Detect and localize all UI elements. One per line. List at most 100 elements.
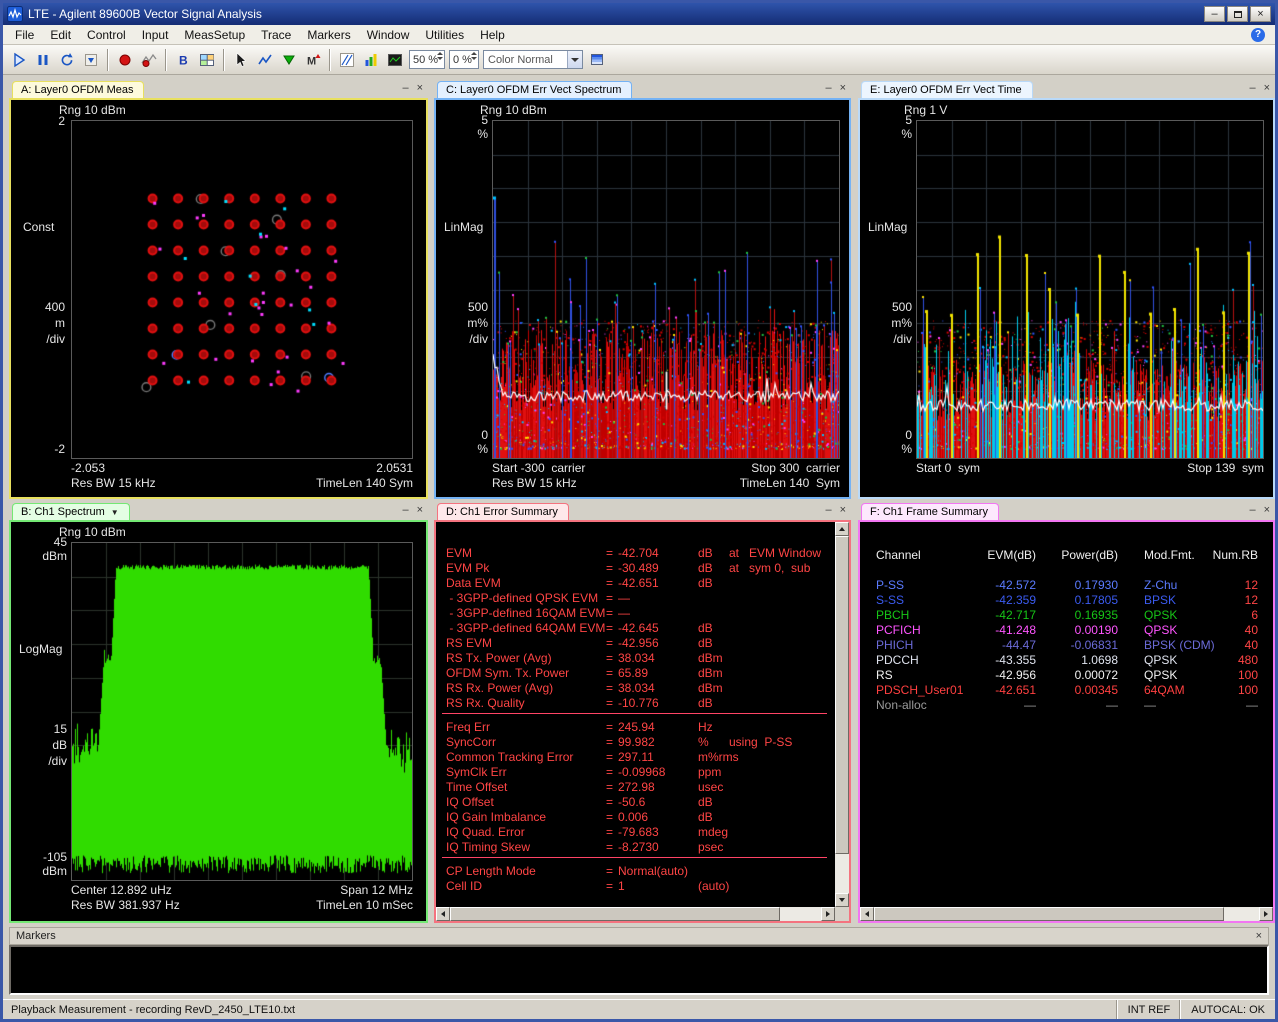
frame-summary-header: ChannelEVM(dB)Power(dB)Mod.Fmt.Num.RB <box>860 548 1273 563</box>
markers-close-icon[interactable]: × <box>1256 930 1262 942</box>
panel-tab-f[interactable]: F: Ch1 Frame Summary <box>861 503 999 520</box>
panel-close-icon[interactable]: × <box>1264 505 1270 516</box>
x-axis-row: Start -300 carrierStop 300 carrier <box>492 461 840 475</box>
panel-minimize-icon[interactable]: – <box>402 505 408 516</box>
range-label: Rng 10 dBm <box>59 525 126 539</box>
error-summary-row: RS Tx. Power (Avg)=38.034dBm <box>436 651 849 666</box>
zoom-percent-spinner[interactable]: 50 % <box>409 50 445 69</box>
panel-minimize-icon[interactable]: – <box>402 83 408 94</box>
panel-minimize-icon[interactable]: – <box>1249 83 1255 94</box>
panel-close-icon[interactable]: × <box>417 505 423 516</box>
scroll-up-icon[interactable] <box>835 522 849 536</box>
trace-pick-icon[interactable] <box>253 48 277 72</box>
trace-format-label: LogMag <box>19 642 62 656</box>
panel-minimize-icon[interactable]: – <box>825 83 831 94</box>
error-summary-row: IQ Offset=-50.6dB <box>436 795 849 810</box>
scroll-left-icon[interactable] <box>860 907 874 921</box>
gradient-icon[interactable] <box>585 48 609 72</box>
spectrum-plot[interactable] <box>71 542 413 881</box>
offset-percent-spinner[interactable]: 0 % <box>449 50 479 69</box>
panel-minimize-icon[interactable]: – <box>1249 505 1255 516</box>
error-summary-row: RS Rx. Quality=-10.776dB <box>436 696 849 711</box>
panel-tab-b[interactable]: B: Ch1 Spectrum▼ <box>12 503 130 520</box>
help-icon[interactable]: ? <box>1251 28 1265 42</box>
record-icon[interactable] <box>113 48 137 72</box>
range-label: Rng 10 dBm <box>480 103 547 117</box>
panel-close-icon[interactable]: × <box>1264 83 1270 94</box>
menu-input[interactable]: Input <box>134 26 177 44</box>
minimize-button[interactable]: – <box>1204 6 1225 22</box>
error-summary-row: - 3GPP-defined 64QAM EVM=-42.645dB <box>436 621 849 636</box>
scrollbar-thumb[interactable] <box>835 536 849 854</box>
display-dark-icon[interactable] <box>383 48 407 72</box>
maximize-button[interactable] <box>1227 6 1248 22</box>
combo-arrow-icon[interactable] <box>567 51 582 68</box>
reference-status: INT REF <box>1117 1000 1181 1019</box>
error-summary-row: Cell ID=1(auto) <box>436 879 849 894</box>
scrollbar-thumb[interactable] <box>874 907 1224 921</box>
panel-close-icon[interactable]: × <box>417 83 423 94</box>
pointer-icon[interactable] <box>229 48 253 72</box>
restart-icon[interactable] <box>55 48 79 72</box>
window-layout-icon[interactable] <box>195 48 219 72</box>
scroll-down-icon[interactable] <box>835 893 849 907</box>
constellation-plot[interactable] <box>71 120 413 459</box>
toolbar: B M 50 % 0 % Color Normal <box>3 45 1275 75</box>
menu-edit[interactable]: Edit <box>42 26 79 44</box>
section-divider <box>442 857 827 858</box>
scroll-right-icon[interactable] <box>1259 907 1273 921</box>
panel-close-icon[interactable]: × <box>840 505 846 516</box>
panel-tab-e[interactable]: E: Layer0 OFDM Err Vect Time <box>861 81 1033 98</box>
error-summary-row: CP Length Mode=Normal(auto) <box>436 864 849 879</box>
marker-down-icon[interactable] <box>277 48 301 72</box>
close-button[interactable]: × <box>1250 6 1271 22</box>
menu-meassetup[interactable]: MeasSetup <box>176 26 253 44</box>
title-bar: LTE - Agilent 89600B Vector Signal Analy… <box>3 3 1275 25</box>
scroll-left-icon[interactable] <box>436 907 450 921</box>
panel-tab-a[interactable]: A: Layer0 OFDM Meas <box>12 81 144 98</box>
frame-summary-table: ChannelEVM(dB)Power(dB)Mod.Fmt.Num.RB P-S… <box>860 522 1273 921</box>
peak-search-icon[interactable]: M <box>301 48 325 72</box>
menu-control[interactable]: Control <box>79 26 134 44</box>
app-icon <box>7 6 23 22</box>
workspace: A: Layer0 OFDM Meas – × Rng 10 dBm 2 Con… <box>3 75 1275 999</box>
menu-window[interactable]: Window <box>359 26 418 44</box>
error-summary-row: IQ Timing Skew=-8.2730psec <box>436 840 849 855</box>
play-icon[interactable] <box>7 48 31 72</box>
panel-tab-c[interactable]: C: Layer0 OFDM Err Vect Spectrum <box>437 81 632 98</box>
panel-tab-d[interactable]: D: Ch1 Error Summary <box>437 503 569 520</box>
trace-format-label: Const <box>23 220 54 234</box>
sweep-mode-icon[interactable] <box>79 48 103 72</box>
error-vector-spectrum-plot[interactable] <box>492 120 840 459</box>
frame-summary-row: P-SS-42.5720.17930Z-Chu12 <box>860 578 1273 593</box>
b-window-icon[interactable]: B <box>171 48 195 72</box>
menu-bar: File Edit Control Input MeasSetup Trace … <box>3 25 1275 45</box>
toolbar-separator <box>107 49 109 71</box>
menu-help[interactable]: Help <box>472 26 513 44</box>
menu-markers[interactable]: Markers <box>299 26 358 44</box>
pause-icon[interactable] <box>31 48 55 72</box>
bar-chart-icon[interactable] <box>359 48 383 72</box>
menu-trace[interactable]: Trace <box>253 26 299 44</box>
frame-summary-row: S-SS-42.3590.17805BPSK12 <box>860 593 1273 608</box>
frame-summary-row: PDCCH-43.3551.0698QPSK480 <box>860 653 1273 668</box>
error-summary-row: Time Offset=272.98usec <box>436 780 849 795</box>
error-vector-time-plot[interactable] <box>916 120 1264 459</box>
scroll-right-icon[interactable] <box>821 907 835 921</box>
menu-utilities[interactable]: Utilities <box>417 26 472 44</box>
phase-trace-icon[interactable] <box>335 48 359 72</box>
panel-minimize-icon[interactable]: – <box>825 505 831 516</box>
horizontal-scrollbar[interactable] <box>436 907 835 921</box>
markers-content <box>9 945 1269 995</box>
color-mode-select[interactable]: Color Normal <box>483 50 583 69</box>
panel-close-icon[interactable]: × <box>840 83 846 94</box>
error-summary-row: SymClk Err=-0.09968ppm <box>436 765 849 780</box>
menu-file[interactable]: File <box>7 26 42 44</box>
error-summary-row: RS EVM=-42.956dB <box>436 636 849 651</box>
horizontal-scrollbar[interactable] <box>860 907 1273 921</box>
chevron-down-icon[interactable]: ▼ <box>111 508 119 517</box>
scrollbar-thumb[interactable] <box>450 907 780 921</box>
svg-text:M: M <box>307 55 316 67</box>
vertical-scrollbar[interactable] <box>835 522 849 907</box>
record-setup-icon[interactable] <box>137 48 161 72</box>
